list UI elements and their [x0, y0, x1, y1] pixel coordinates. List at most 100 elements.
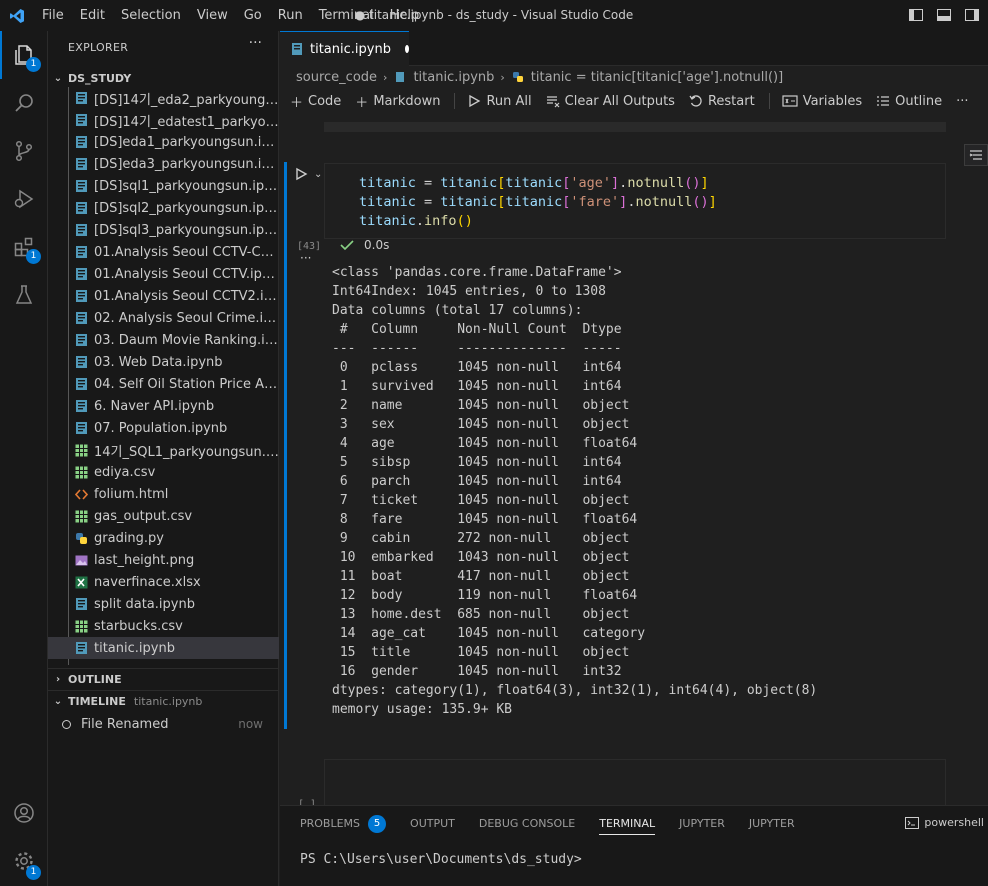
file-item[interactable]: folium.html — [48, 483, 279, 505]
notebook-file-icon — [74, 179, 88, 193]
toggle-panel-icon[interactable] — [936, 7, 952, 23]
timeline-section-header[interactable]: ⌄ TIMELINE titanic.ipynb — [48, 690, 279, 712]
terminal-shell[interactable]: powershell — [905, 816, 984, 829]
code-cell-editor[interactable]: titanic = titanic[titanic['age'].notnull… — [324, 163, 946, 239]
variables-button[interactable]: Variables — [782, 94, 862, 109]
panel-tab-jupyter[interactable]: JUPYTER — [679, 806, 725, 841]
run-cell-button[interactable]: ⌄ — [294, 167, 322, 181]
outline-button[interactable]: Outline — [876, 94, 942, 109]
file-item[interactable]: [DS]eda1_parkyoungsun.ipynb — [48, 131, 279, 153]
panel-tab-terminal[interactable]: TERMINAL — [599, 806, 655, 841]
more-actions-icon[interactable]: ··· — [956, 94, 968, 109]
file-item[interactable]: 02. Analysis Seoul Crime.ipynb — [48, 307, 279, 329]
testing-flask-icon[interactable] — [0, 271, 48, 319]
timeline-entry-label: File Renamed — [81, 716, 169, 732]
menu-go[interactable]: Go — [236, 0, 270, 31]
search-icon[interactable] — [0, 79, 48, 127]
panel-tab-debug-console[interactable]: DEBUG CONSOLE — [479, 806, 575, 841]
add-code-cell-button[interactable]: ＋ Code — [290, 92, 341, 111]
file-item[interactable]: [DS]sql1_parkyoungsun.ipynb — [48, 175, 279, 197]
add-markdown-cell-button[interactable]: ＋ Markdown — [355, 92, 440, 111]
notebook-file-icon — [74, 311, 88, 325]
run-debug-icon[interactable] — [0, 175, 48, 223]
clear-all-outputs-button[interactable]: Clear All Outputs — [546, 94, 675, 109]
excel-file-icon — [74, 575, 88, 589]
file-item[interactable]: 03. Web Data.ipynb — [48, 351, 279, 373]
restart-icon — [689, 94, 703, 108]
chevron-down-icon[interactable]: ⌄ — [314, 169, 322, 180]
plus-icon: ＋ — [290, 95, 304, 111]
notebook-file-icon — [290, 42, 304, 56]
file-item[interactable]: 01.Analysis Seoul CCTV2.ipynb — [48, 285, 279, 307]
file-item[interactable]: [DS]sql2_parkyoungsun.ipynb — [48, 197, 279, 219]
restart-kernel-button[interactable]: Restart — [689, 94, 755, 109]
extensions-icon[interactable]: 1 — [0, 223, 48, 271]
file-item[interactable]: naverfinace.xlsx — [48, 571, 279, 593]
menu-edit[interactable]: Edit — [72, 0, 113, 31]
variables-label: Variables — [802, 93, 863, 109]
unsaved-dot-icon[interactable] — [404, 45, 409, 53]
notebook-file-icon — [74, 91, 88, 105]
menu-selection[interactable]: Selection — [113, 0, 189, 31]
panel-tab-problems[interactable]: PROBLEMS 5 — [300, 806, 387, 841]
panel-tab-output[interactable]: OUTPUT — [410, 806, 455, 841]
timeline-entry[interactable]: File Renamed now — [48, 713, 279, 735]
notebook-file-icon — [74, 289, 88, 303]
file-tree: [DS]14기_eda2_parkyoungsun.ipynb [DS]14기_e… — [48, 87, 279, 665]
file-item[interactable]: 03. Daum Movie Ranking.ipynb — [48, 329, 279, 351]
previous-cell[interactable] — [324, 122, 946, 132]
file-item[interactable]: gas_output.csv — [48, 505, 279, 527]
file-name: grading.py — [94, 530, 164, 546]
breadcrumb-folder[interactable]: source_code — [296, 70, 377, 85]
menu-help[interactable]: Help — [382, 0, 428, 31]
manage-gear-icon[interactable]: 1 — [0, 837, 48, 885]
file-item[interactable]: [DS]eda3_parkyoungsun.ipynb — [48, 153, 279, 175]
source-control-icon[interactable] — [0, 127, 48, 175]
folder-header[interactable]: ⌄ DS_STUDY — [48, 67, 279, 89]
file-item[interactable]: split data.ipynb — [48, 593, 279, 615]
output-line: 13 home.dest 685 non-null object — [332, 607, 646, 622]
menu-run[interactable]: Run — [270, 0, 311, 31]
notebook-file-icon — [74, 377, 88, 391]
file-item[interactable]: 14기_SQL1_parkyoungsun.csv.csv — [48, 439, 279, 461]
menu-view[interactable]: View — [189, 0, 236, 31]
file-item[interactable]: grading.py — [48, 527, 279, 549]
file-item[interactable]: starbucks.csv — [48, 615, 279, 637]
toggle-primary-sidebar-icon[interactable] — [908, 7, 924, 23]
panel-tabs: PROBLEMS 5 OUTPUT DEBUG CONSOLE TERMINAL JUPY… — [300, 806, 819, 841]
file-item[interactable]: 01.Analysis Seoul CCTV.ipynb — [48, 263, 279, 285]
file-item[interactable]: 6. Naver API.ipynb — [48, 395, 279, 417]
file-item[interactable]: 07. Population.ipynb — [48, 417, 279, 439]
file-item[interactable]: [DS]sql3_parkyoungsun.ipynb — [48, 219, 279, 241]
breadcrumb-file[interactable]: titanic.ipynb — [413, 70, 494, 85]
toggle-secondary-sidebar-icon[interactable] — [964, 7, 980, 23]
file-item[interactable]: [DS]14기_eda2_parkyoungsun.ipynb — [48, 87, 279, 109]
menu-file[interactable]: File — [34, 0, 72, 31]
panel-tab-jupyter[interactable]: JUPYTER — [749, 806, 795, 841]
extensions-badge: 1 — [26, 249, 41, 264]
file-item[interactable]: titanic.ipynb — [48, 637, 279, 659]
breadcrumb-symbol[interactable]: titanic = titanic[titanic['age'].notnull… — [531, 70, 783, 85]
run-all-button[interactable]: Run All — [467, 94, 532, 109]
outline-section-header[interactable]: › OUTLINE — [48, 668, 279, 690]
output-line: 8 fare 1045 non-null float64 — [332, 512, 646, 527]
toc-toggle-icon[interactable] — [964, 144, 988, 166]
cell-focus-indicator — [284, 162, 287, 729]
empty-code-cell[interactable] — [324, 759, 946, 805]
explorer-more-actions-icon[interactable]: ··· — [249, 35, 262, 51]
file-item[interactable]: [DS]14기_edatest1_parkyoungsun.ipynb — [48, 109, 279, 131]
tab-titanic-notebook[interactable]: titanic.ipynb — [280, 31, 409, 66]
accounts-icon[interactable] — [0, 789, 48, 837]
output-more-icon[interactable]: ··· — [300, 251, 311, 265]
play-icon — [296, 167, 308, 181]
file-item[interactable]: 01.Analysis Seoul CCTV-Copy1.ipynb — [48, 241, 279, 263]
files-icon[interactable]: 1 — [0, 31, 48, 79]
menu-terminal[interactable]: Terminal — [311, 0, 382, 31]
file-item[interactable]: last_height.png — [48, 549, 279, 571]
terminal-prompt[interactable]: PS C:\Users\user\Documents\ds_study> — [300, 852, 582, 867]
file-item[interactable]: ediya.csv — [48, 461, 279, 483]
file-name: [DS]14기_eda2_parkyoungsun.ipynb — [94, 92, 279, 108]
notebook-body: ⌄ titanic = titanic[titanic['age'].notnu… — [280, 114, 988, 805]
file-item[interactable]: 04. Self Oil Station Price Analysis.ipyn… — [48, 373, 279, 395]
toolbar-divider — [768, 93, 770, 109]
